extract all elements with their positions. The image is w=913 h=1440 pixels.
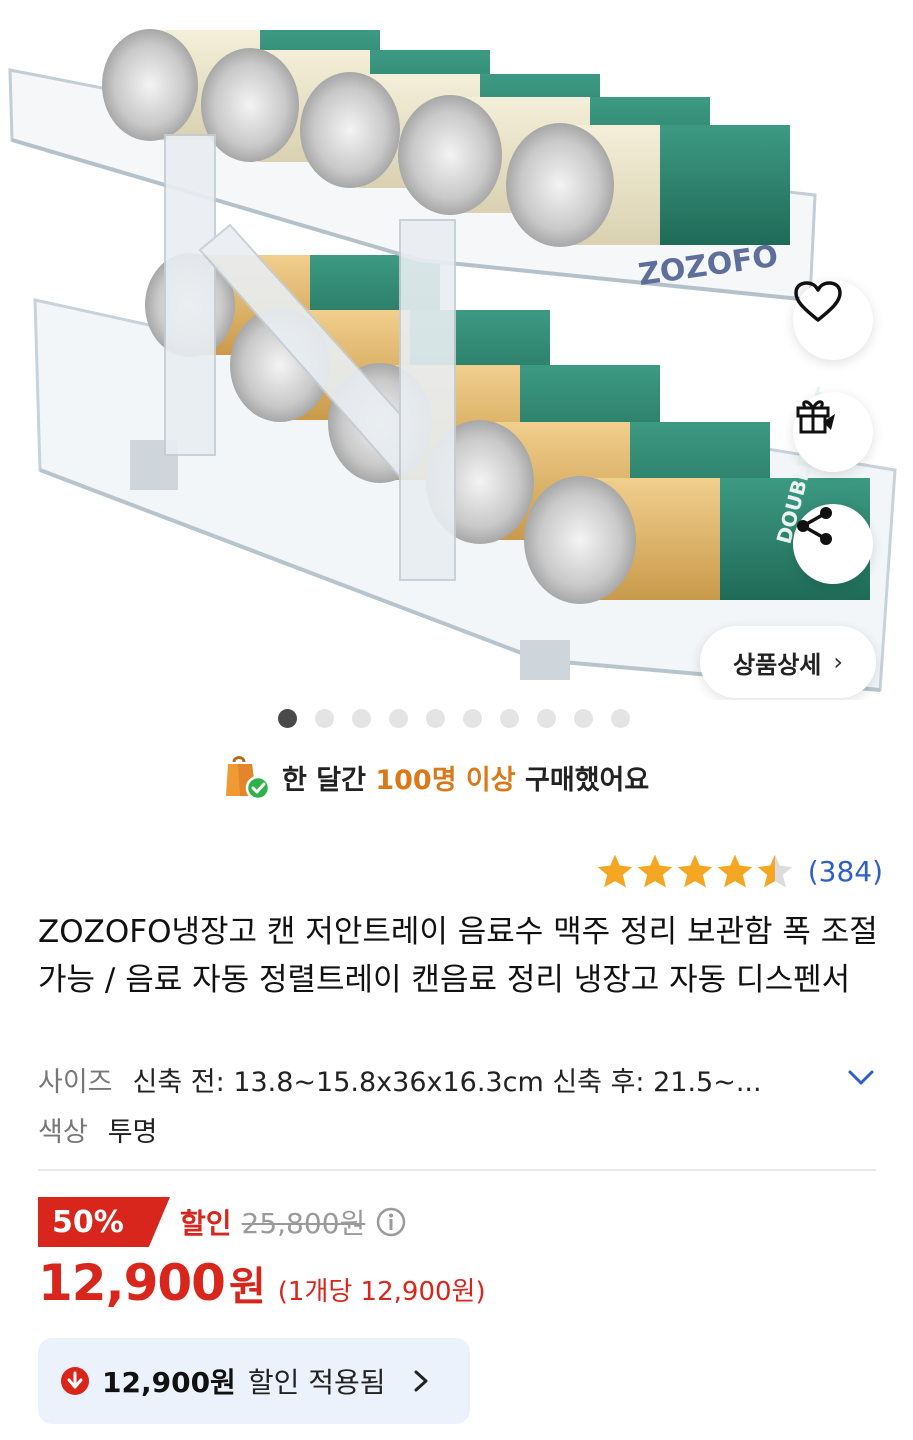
purchase-count-text: 한 달간 100명 이상 구매했어요 [282,758,649,797]
coupon-amount: 12,900원 [102,1366,236,1399]
product-image[interactable]: DOUBLE SHOT ZOZOFO 상품상세 › [0,0,913,700]
star-full-icon [677,854,712,888]
purchase-count-highlight: 100명 이상 [375,764,516,796]
purchase-count-suffix: 구매했어요 [515,764,650,796]
carousel-dot[interactable] [537,709,556,728]
share-icon [797,507,832,545]
info-icon [377,1207,406,1237]
product-detail-button[interactable]: 상품상세 › [700,626,876,698]
divider [38,1169,876,1171]
sale-price: 12,900 [38,1254,226,1312]
sale-price-currency: 원 [228,1264,266,1310]
size-label: 사이즈 [38,1067,113,1098]
carousel-dot[interactable] [278,709,297,728]
can-organizer-illustration: DOUBLE SHOT ZOZOFO [8,29,897,692]
arrow-down-circle-icon [61,1367,89,1395]
heart-icon [794,281,842,322]
price-info-button[interactable] [375,1206,407,1238]
color-option-row: 색상 투명 [38,1110,157,1149]
unit-price: (1개당 12,900원) [277,1277,486,1307]
carousel-indicator [278,709,630,728]
chevron-right-icon: › [833,648,843,676]
star-half-icon [757,854,792,888]
product-detail-label: 상품상세 [733,650,822,679]
discount-label: 할인 [180,1207,232,1240]
gift-button[interactable] [793,392,873,472]
star-full-icon [637,854,672,888]
chevron-down-icon[interactable] [846,1062,876,1092]
color-label: 색상 [38,1117,88,1148]
carousel-dot[interactable] [574,709,593,728]
carousel-dot[interactable] [389,709,408,728]
size-value: 신축 전: 13.8~15.8x36x16.3cm 신축 후: 21.5~... [132,1067,762,1098]
review-count-link[interactable]: (384) [808,855,883,888]
shopping-bag-check-icon [226,756,271,801]
carousel-dot[interactable] [463,709,482,728]
gift-icon [796,400,835,434]
carousel-dot[interactable] [352,709,371,728]
share-button[interactable] [793,504,873,584]
rating-summary[interactable]: (384) [596,848,883,894]
size-option-row[interactable]: 사이즈 신축 전: 13.8~15.8x36x16.3cm 신축 후: 21.5… [38,1060,878,1099]
star-full-icon [717,854,752,888]
star-rating [596,853,794,889]
original-price: 25,800원 [241,1207,366,1240]
discount-row: 50% 할인 25,800원 [38,1196,407,1248]
purchase-count-prefix: 한 달간 [282,764,376,796]
chevron-right-icon [414,1370,428,1392]
carousel-dot[interactable] [315,709,334,728]
carousel-dot[interactable] [500,709,519,728]
sale-price-row: 12,900 원 (1개당 12,900원) [38,1254,486,1324]
coupon-applied-button[interactable]: 12,900원 할인 적용됨 [38,1338,470,1424]
star-full-icon [597,854,632,888]
coupon-text: 할인 적용됨 [247,1366,386,1399]
wishlist-button[interactable] [793,280,873,360]
color-value: 투명 [107,1117,158,1148]
product-title: ZOZOFO냉장고 캔 저안트레이 음료수 맥주 정리 보관함 폭 조절 가능 … [38,914,878,998]
purchase-count-banner: 한 달간 100명 이상 구매했어요 [222,752,649,802]
discount-rate-badge: 50% [38,1197,170,1247]
carousel-dot[interactable] [611,709,630,728]
carousel-dot[interactable] [426,709,445,728]
